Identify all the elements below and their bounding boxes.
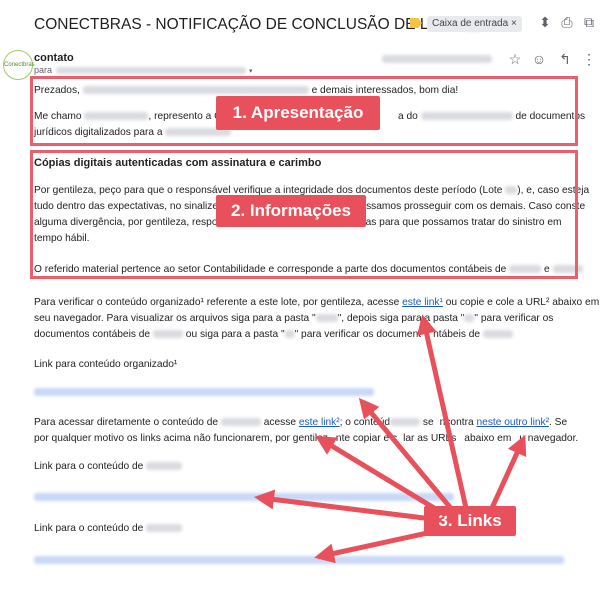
- redacted-period: [146, 462, 183, 471]
- redacted-recipients: [56, 67, 247, 75]
- annotation-label-information: 2. Informações: [216, 195, 366, 227]
- arrow-to-content-url-1: [254, 489, 427, 521]
- remove-label-icon[interactable]: ×: [511, 18, 517, 29]
- open-new-window-icon[interactable]: ⧉: [580, 14, 598, 31]
- content-link-label-1: Link para o conteúdo de: [34, 458, 183, 475]
- links-para-line-1: Para verificar o conteúdo organizado¹ re…: [34, 297, 600, 308]
- redacted-period: [220, 418, 261, 427]
- direct-content-link-2[interactable]: neste outro link²: [477, 417, 549, 428]
- emoji-reaction-icon[interactable]: ☺: [530, 51, 548, 67]
- redacted-folder: [464, 314, 475, 323]
- recipients-line[interactable]: para ▾: [34, 65, 253, 75]
- redacted-period: [390, 418, 421, 427]
- more-options-icon[interactable]: ⋮: [580, 51, 598, 68]
- links-para-line-2: seu navegador. Para visualizar os arquiv…: [34, 313, 554, 324]
- star-icon[interactable]: ☆: [506, 51, 524, 68]
- redacted-period: [146, 524, 183, 533]
- organized-url-redacted[interactable]: [34, 388, 374, 396]
- redacted-period: [482, 330, 513, 339]
- direct-access-line-1: Para acessar diretamente o conteúdo de a…: [34, 417, 568, 428]
- sender-avatar[interactable]: Conectbras: [3, 50, 35, 80]
- content-link-label-2: Link para o conteúdo de: [34, 520, 183, 537]
- organized-link-label: Link para conteúdo organizado¹: [34, 359, 178, 370]
- annotation-label-links: 3. Links: [424, 506, 516, 536]
- subject-bar: CONECTBRAS - NOTIFICAÇÃO DE CONCLUSÃO DE…: [0, 0, 600, 50]
- arrow-to-direct-link-1: [315, 435, 447, 517]
- content-url-2-redacted[interactable]: [34, 556, 564, 564]
- sender-name[interactable]: contato: [34, 52, 74, 64]
- reply-icon[interactable]: ↰: [556, 51, 574, 68]
- arrow-to-direct-link-2: [489, 434, 527, 511]
- arrow-to-content-url-2: [314, 529, 435, 564]
- links-para-line-3: documentos contábeis de ou siga para a p…: [34, 326, 513, 343]
- annotation-label-presentation: 1. Apresentação: [216, 96, 380, 130]
- chevron-down-icon[interactable]: ▾: [249, 68, 253, 75]
- content-url-1-redacted[interactable]: [34, 493, 454, 501]
- redacted-folder: [315, 314, 338, 323]
- redacted-date: [382, 55, 492, 63]
- organized-content-link[interactable]: este link¹: [402, 297, 443, 308]
- direct-content-link-1[interactable]: este link²: [299, 417, 340, 428]
- redacted-period: [152, 330, 183, 339]
- expand-icon[interactable]: ⬍: [536, 14, 554, 31]
- inbox-label-chip[interactable]: Caixa de entrada ×: [427, 16, 522, 32]
- direct-access-line-2: por qualquer motivo os links acima não f…: [34, 433, 579, 444]
- redacted-folder: [284, 330, 295, 339]
- print-icon[interactable]: ⎙: [558, 14, 576, 31]
